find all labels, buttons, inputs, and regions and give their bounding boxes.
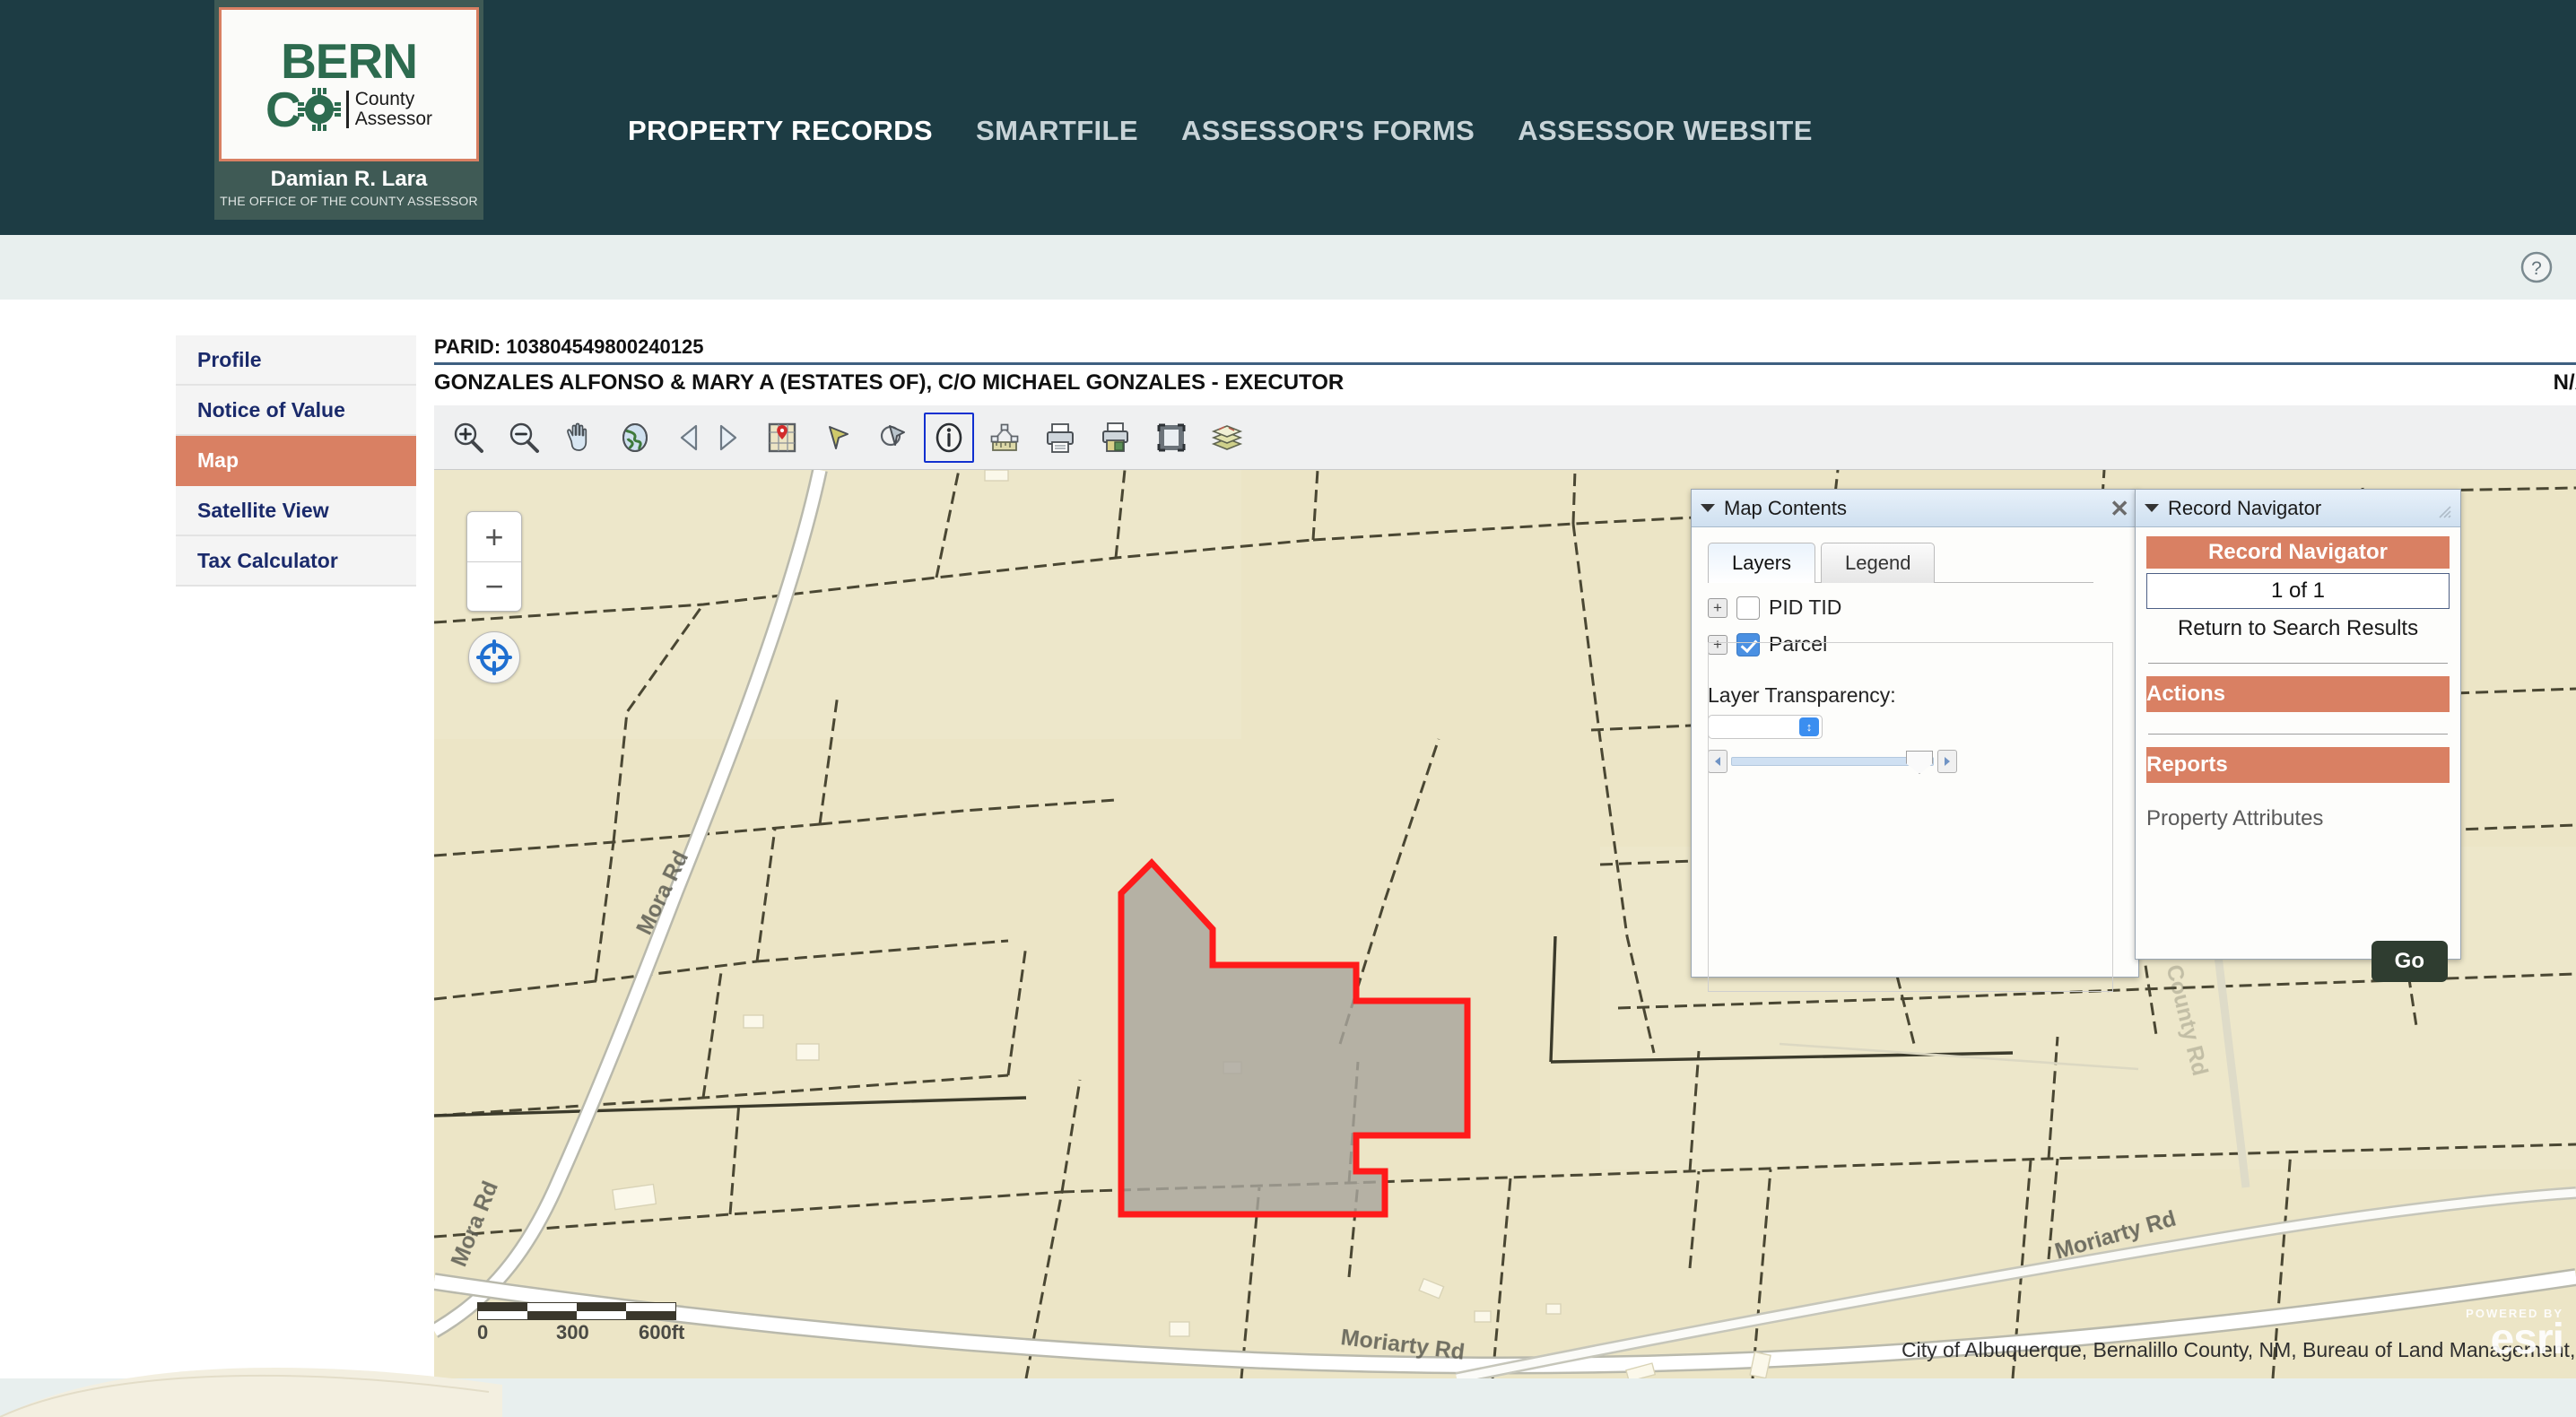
scale-max-label: 600ft — [639, 1321, 684, 1344]
collapse-triangle-icon-record[interactable] — [2145, 504, 2159, 512]
nav-assessors-forms[interactable]: ASSESSOR'S FORMS — [1181, 115, 1475, 147]
nav-assessor-website[interactable]: ASSESSOR WEBSITE — [1518, 115, 1813, 147]
panel-resize-grip[interactable] — [2435, 500, 2451, 517]
esri-wordmark: esri — [2466, 1320, 2563, 1359]
scalebar-graphic — [477, 1302, 676, 1320]
record-navigator-panel-title: Record Navigator — [2168, 497, 2321, 520]
identify-info-icon[interactable] — [924, 413, 974, 463]
main-navigation: PROPERTY RECORDS SMARTFILE ASSESSOR'S FO… — [628, 115, 1813, 147]
layer-row-pid-tid[interactable]: + PID TID — [1708, 595, 2138, 620]
map-contents-stage — [1708, 642, 2113, 992]
logo-c-letter: C — [265, 86, 301, 133]
logo-county-word: County — [355, 89, 415, 109]
locate-parcel-icon[interactable] — [757, 413, 807, 463]
print-icon[interactable] — [1035, 413, 1085, 463]
logo-county-assessor-text: County Assessor — [355, 90, 432, 129]
logo-bern-text: BERN — [281, 38, 417, 84]
clear-selection-icon[interactable] — [868, 413, 918, 463]
map-contents-body: Layers Legend + PID TID + Parcel Layer T… — [1692, 527, 2138, 1014]
record-right-value: N/A — [2554, 370, 2576, 396]
scale-min-label: 0 — [477, 1321, 488, 1344]
owner-name: GONZALES ALFONSO & MARY A (ESTATES OF), … — [434, 370, 1344, 396]
bernco-logo[interactable]: BERN C — [214, 0, 483, 220]
map-contents-title: Map Contents — [1724, 497, 1847, 520]
globe-full-extent-icon[interactable] — [610, 413, 660, 463]
print-map-icon[interactable] — [1091, 413, 1141, 463]
help-question-icon[interactable]: ? — [2517, 248, 2556, 287]
map-zoom-control[interactable]: + − — [466, 511, 522, 612]
left-rail — [0, 300, 176, 1378]
assessor-name: Damian R. Lara — [214, 167, 483, 192]
record-navigator-title-bar: Record Navigator — [2146, 536, 2450, 569]
footer-curve-decoration — [0, 1354, 592, 1417]
measure-icon[interactable] — [979, 413, 1030, 463]
expand-pid-tid-icon[interactable]: + — [1708, 598, 1727, 618]
zia-symbol-icon — [298, 88, 341, 131]
sidebar-item-satellite-view[interactable]: Satellite View — [176, 486, 416, 536]
map-scalebar: 0 300 600ft — [477, 1302, 701, 1344]
sidebar-item-map[interactable]: Map — [176, 436, 416, 486]
map-viewport[interactable]: Mora Rd Mora Rd Moriarty Rd Moriarty Rd … — [434, 470, 2576, 1378]
sidebar-item-profile[interactable]: Profile — [176, 335, 416, 386]
tab-layers[interactable]: Layers — [1708, 543, 1815, 583]
sidebar-item-notice-of-value[interactable]: Notice of Value — [176, 386, 416, 436]
actions-section-bar[interactable]: Actions — [2146, 676, 2450, 712]
site-header: BERN C — [0, 0, 2576, 235]
reports-section-bar[interactable]: Reports — [2146, 747, 2450, 783]
nav-property-records[interactable]: PROPERTY RECORDS — [628, 115, 933, 147]
pan-hand-icon[interactable] — [554, 413, 605, 463]
record-navigator-header[interactable]: Record Navigator — [2136, 490, 2460, 527]
select-arrow-icon[interactable] — [813, 413, 863, 463]
map-contents-panel[interactable]: Map Contents ✕ Layers Legend + PID TID + — [1691, 489, 2139, 978]
record-sidebar: Profile Notice of Value Map Satellite Vi… — [176, 335, 416, 587]
return-to-search-results-link[interactable]: Return to Search Results — [2146, 616, 2450, 641]
svg-text:?: ? — [2531, 258, 2542, 279]
zoom-in-icon[interactable] — [443, 413, 493, 463]
map-zoom-in-button[interactable]: + — [467, 512, 521, 561]
esri-logo: POWERED BY esri — [2466, 1307, 2563, 1359]
sidebar-item-tax-calculator[interactable]: Tax Calculator — [176, 536, 416, 587]
assessor-office-subtitle: THE OFFICE OF THE COUNTY ASSESSOR — [214, 194, 483, 208]
tab-legend[interactable]: Legend — [1821, 543, 1935, 583]
layers-stack-icon[interactable] — [1202, 413, 1252, 463]
go-button[interactable]: Go — [2371, 941, 2448, 982]
map-contents-header[interactable]: Map Contents ✕ — [1692, 490, 2138, 527]
locate-crosshair-icon[interactable] — [468, 631, 520, 683]
divider-reports — [2148, 734, 2448, 735]
owner-line: GONZALES ALFONSO & MARY A (ESTATES OF), … — [434, 365, 2576, 396]
logo-assessor-word: Assessor — [355, 109, 432, 129]
record-header: PARID: 103804549800240125 GONZALES ALFON… — [434, 335, 2576, 396]
nav-smartfile[interactable]: SMARTFILE — [976, 115, 1138, 147]
layer-label-pid-tid: PID TID — [1769, 595, 1841, 620]
map-toolbar — [434, 405, 2576, 470]
map-contents-close-icon[interactable]: ✕ — [2110, 497, 2129, 520]
checkbox-pid-tid[interactable] — [1736, 596, 1760, 620]
zoom-out-icon[interactable] — [499, 413, 549, 463]
record-count-input[interactable]: 1 of 1 — [2146, 573, 2450, 609]
logo-divider — [346, 91, 349, 128]
divider-actions — [2148, 663, 2448, 664]
utility-bar: ? — [0, 235, 2576, 300]
fullscreen-icon[interactable] — [1146, 413, 1197, 463]
next-extent-icon[interactable] — [701, 413, 752, 463]
parid-line: PARID: 103804549800240125 — [434, 335, 2576, 365]
collapse-triangle-icon[interactable] — [1701, 504, 1715, 512]
property-attributes-link[interactable]: Property Attributes — [2146, 806, 2450, 831]
logo-mark: BERN C — [219, 7, 479, 161]
map-contents-tabs: Layers Legend — [1708, 538, 2138, 583]
scalebar-labels: 0 300 600ft — [477, 1321, 701, 1344]
logo-co-row: C — [265, 86, 432, 133]
record-navigator-panel[interactable]: Record Navigator Record Navigator 1 of 1… — [2135, 489, 2461, 960]
map-zoom-out-button[interactable]: − — [467, 561, 521, 611]
record-navigator-body: Record Navigator 1 of 1 Return to Search… — [2136, 527, 2460, 996]
scale-mid-label: 300 — [556, 1321, 589, 1344]
